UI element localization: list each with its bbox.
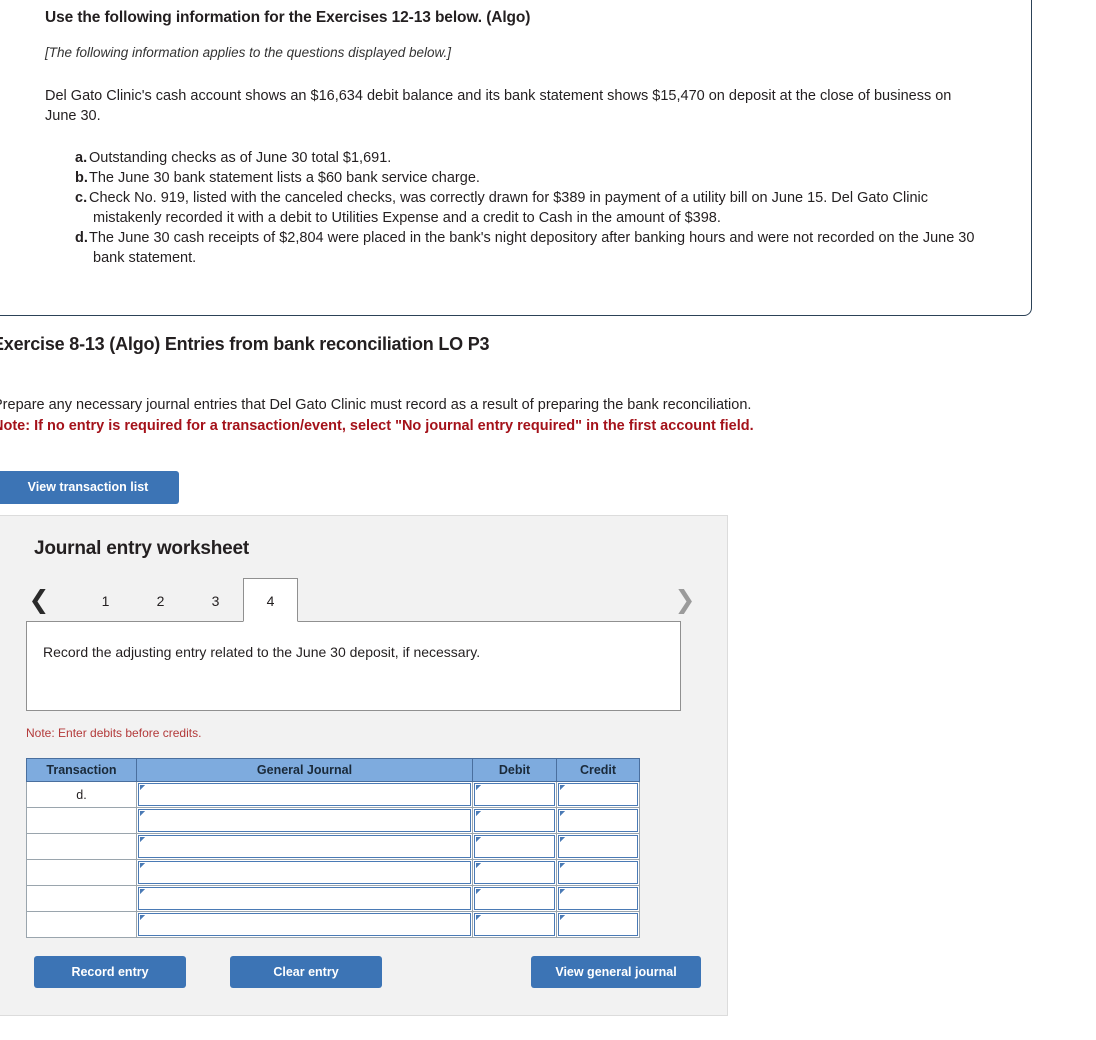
general-journal-select[interactable] — [138, 809, 471, 832]
transaction-cell — [26, 833, 137, 860]
worksheet-tabbar: ❮ 1 2 3 4 ❯ — [26, 578, 698, 624]
debit-cell — [472, 781, 557, 808]
worksheet-tab-list: 1 2 3 4 — [78, 578, 298, 622]
list-item-marker: d. — [75, 230, 88, 246]
general-journal-cell — [136, 833, 473, 860]
tab-4[interactable]: 4 — [243, 578, 298, 622]
credit-cell — [556, 859, 640, 886]
view-transaction-list-button[interactable]: View transaction list — [0, 471, 179, 504]
general-journal-cell — [136, 781, 473, 808]
exercise-prompt: Prepare any necessary journal entries th… — [0, 395, 973, 437]
debit-cell — [472, 833, 557, 860]
table-row: d. — [26, 781, 640, 808]
tab-3[interactable]: 3 — [188, 578, 243, 622]
worksheet-debits-note: Note: Enter debits before credits. — [26, 726, 202, 740]
transaction-cell — [26, 885, 137, 912]
info-box-paragraph: Del Gato Clinic's cash account shows an … — [45, 88, 952, 124]
general-journal-select[interactable] — [138, 887, 471, 910]
debit-input[interactable] — [474, 887, 555, 910]
debit-cell — [472, 911, 557, 938]
credit-input[interactable] — [558, 835, 638, 858]
list-item-marker: a. — [75, 150, 88, 166]
general-journal-cell — [136, 885, 473, 912]
list-item-marker: c. — [75, 190, 88, 206]
table-row — [26, 807, 640, 834]
tab-1[interactable]: 1 — [78, 578, 133, 622]
debit-input[interactable] — [474, 809, 555, 832]
journal-entry-worksheet-panel: Journal entry worksheet ❮ 1 2 3 4 ❯ Reco… — [0, 515, 728, 1016]
info-box-item-list: a. Outstanding checks as of June 30 total… — [45, 148, 975, 268]
info-box-applies-note: [The following information applies to th… — [45, 45, 451, 60]
credit-input[interactable] — [558, 783, 638, 806]
column-header-general-journal: General Journal — [136, 758, 473, 782]
credit-input[interactable] — [558, 913, 638, 936]
general-journal-select[interactable] — [138, 783, 471, 806]
journal-entry-table-body: d. — [26, 781, 640, 938]
chevron-left-icon[interactable]: ❮ — [26, 578, 52, 622]
debit-input[interactable] — [474, 913, 555, 936]
general-journal-cell — [136, 911, 473, 938]
exercise-prompt-note: Note: If no entry is required for a tran… — [0, 418, 754, 434]
worksheet-instruction-panel: Record the adjusting entry related to th… — [26, 621, 681, 711]
general-journal-cell — [136, 859, 473, 886]
transaction-cell — [26, 807, 137, 834]
debit-input[interactable] — [474, 835, 555, 858]
debit-cell — [472, 807, 557, 834]
list-item: d.The June 30 cash receipts of $2,804 we… — [75, 228, 975, 268]
list-item: a. Outstanding checks as of June 30 total… — [75, 148, 975, 168]
table-row — [26, 833, 640, 860]
tab-2[interactable]: 2 — [133, 578, 188, 622]
list-item-marker: b. — [75, 170, 88, 186]
column-header-transaction: Transaction — [26, 758, 137, 782]
column-header-credit: Credit — [556, 758, 640, 782]
debit-input[interactable] — [474, 783, 555, 806]
record-entry-button[interactable]: Record entry — [34, 956, 186, 988]
info-box-title: Use the following information for the Ex… — [45, 9, 531, 26]
general-journal-select[interactable] — [138, 835, 471, 858]
general-journal-cell — [136, 807, 473, 834]
transaction-cell: d. — [26, 781, 137, 808]
list-item: b.The June 30 bank statement lists a $60… — [75, 168, 975, 188]
general-journal-select[interactable] — [138, 913, 471, 936]
list-item: c. Check No. 919, listed with the cancele… — [75, 188, 975, 228]
debit-cell — [472, 859, 557, 886]
list-item-text: Check No. 919, listed with the canceled … — [89, 190, 928, 226]
list-item-text: The June 30 bank statement lists a $60 b… — [89, 170, 480, 186]
list-item-text: The June 30 cash receipts of $2,804 were… — [89, 230, 975, 266]
credit-input[interactable] — [558, 861, 638, 884]
credit-cell — [556, 781, 640, 808]
general-journal-select[interactable] — [138, 861, 471, 884]
credit-input[interactable] — [558, 809, 638, 832]
journal-entry-table: Transaction General Journal Debit Credit… — [26, 758, 640, 938]
table-header-row: Transaction General Journal Debit Credit — [26, 758, 640, 782]
exercise-title: Exercise 8-13 (Algo) Entries from bank r… — [0, 334, 490, 354]
table-row — [26, 911, 640, 938]
exercise-info-box: Use the following information for the Ex… — [0, 0, 1032, 316]
clear-entry-button[interactable]: Clear entry — [230, 956, 382, 988]
debit-cell — [472, 885, 557, 912]
credit-cell — [556, 807, 640, 834]
chevron-right-icon[interactable]: ❯ — [672, 578, 698, 622]
worksheet-instruction-text: Record the adjusting entry related to th… — [43, 644, 481, 660]
table-row — [26, 859, 640, 886]
credit-cell — [556, 885, 640, 912]
credit-cell — [556, 911, 640, 938]
exercise-prompt-text: Prepare any necessary journal entries th… — [0, 397, 752, 413]
debit-input[interactable] — [474, 861, 555, 884]
column-header-debit: Debit — [472, 758, 557, 782]
worksheet-title: Journal entry worksheet — [34, 538, 250, 559]
view-general-journal-button[interactable]: View general journal — [531, 956, 701, 988]
transaction-cell — [26, 859, 137, 886]
credit-input[interactable] — [558, 887, 638, 910]
list-item-text: Outstanding checks as of June 30 total $… — [89, 150, 392, 166]
transaction-cell — [26, 911, 137, 938]
table-row — [26, 885, 640, 912]
credit-cell — [556, 833, 640, 860]
